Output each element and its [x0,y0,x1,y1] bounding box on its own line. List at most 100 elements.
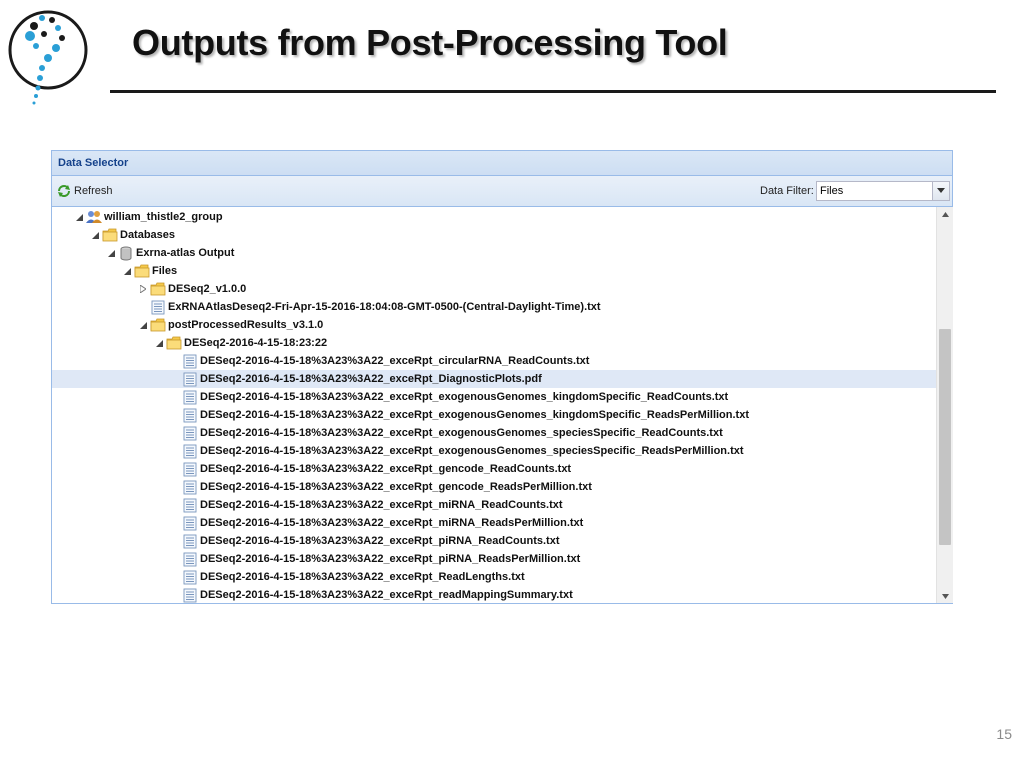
tree-folder-item[interactable]: Files [52,262,936,280]
expanded-arrow-icon[interactable] [138,316,148,334]
file-icon [182,407,198,423]
expanded-arrow-icon[interactable] [122,262,132,280]
file-icon [182,587,198,603]
tree-folder-item[interactable]: postProcessedResults_v3.1.0 [52,316,936,334]
tree-folder-item[interactable]: DESeq2_v1.0.0 [52,280,936,298]
refresh-label: Refresh [74,185,113,197]
tree-item-label: DESeq2-2016-4-15-18%3A23%3A22_exceRpt_ex… [200,409,749,421]
tree-item-label: Exrna-atlas Output [136,247,235,259]
tree-file-item[interactable]: DESeq2-2016-4-15-18%3A23%3A22_exceRpt_re… [52,586,936,603]
tree-item-label: DESeq2-2016-4-15-18%3A23%3A22_exceRpt_ge… [200,463,572,475]
folder-icon [134,263,150,279]
data-selector-panel: Data Selector Refresh Data Filter: Files… [51,150,953,604]
tree-file-item[interactable]: DESeq2-2016-4-15-18%3A23%3A22_exceRpt_Re… [52,568,936,586]
tree-item-label: DESeq2-2016-4-15-18%3A23%3A22_exceRpt_ex… [200,427,723,439]
scroll-up-icon[interactable] [937,207,953,221]
tree-item-label: postProcessedResults_v3.1.0 [168,319,324,331]
folder-icon [150,317,166,333]
tree-file-item[interactable]: DESeq2-2016-4-15-18%3A23%3A22_exceRpt_mi… [52,496,936,514]
panel-toolbar: Refresh Data Filter: Files [52,176,952,207]
collapsed-arrow-icon[interactable] [138,280,148,298]
tree-file-item[interactable]: DESeq2-2016-4-15-18%3A23%3A22_exceRpt_mi… [52,514,936,532]
tree-item-label: DESeq2-2016-4-15-18%3A23%3A22_exceRpt_ex… [200,445,744,457]
data-filter-select[interactable]: Files [816,181,950,201]
folder-icon [166,335,182,351]
tree-file-item[interactable]: DESeq2-2016-4-15-18%3A23%3A22_exceRpt_ex… [52,388,936,406]
expanded-arrow-icon[interactable] [106,244,116,262]
file-icon [182,479,198,495]
tree-folder-item[interactable]: william_thistle2_group [52,208,936,226]
file-icon [182,353,198,369]
tree-item-label: DESeq2-2016-4-15-18%3A23%3A22_exceRpt_Re… [200,571,525,583]
tree-item-label: ExRNAAtlasDeseq2-Fri-Apr-15-2016-18:04:0… [168,301,601,313]
refresh-button[interactable]: Refresh [56,182,113,200]
expanded-arrow-icon[interactable] [154,334,164,352]
tree-item-label: DESeq2-2016-4-15-18%3A23%3A22_exceRpt_ge… [200,481,592,493]
database-icon [118,245,134,261]
scroll-down-icon[interactable] [937,589,953,603]
tree-file-item[interactable]: DESeq2-2016-4-15-18%3A23%3A22_exceRpt_ge… [52,478,936,496]
file-icon [182,515,198,531]
tree-item-label: DESeq2-2016-4-15-18%3A23%3A22_exceRpt_mi… [200,499,563,511]
group-icon [86,209,102,225]
data-filter-label: Data Filter: [760,185,814,197]
file-icon [182,497,198,513]
file-icon [182,461,198,477]
file-icon [182,443,198,459]
file-icon [182,533,198,549]
tree-file-item[interactable]: DESeq2-2016-4-15-18%3A23%3A22_exceRpt_ci… [52,352,936,370]
tree-item-label: Databases [120,229,176,241]
tree-file-item[interactable]: DESeq2-2016-4-15-18%3A23%3A22_exceRpt_ex… [52,442,936,460]
tree-item-label: DESeq2-2016-4-15-18%3A23%3A22_exceRpt_mi… [200,517,584,529]
data-tree: william_thistle2_group Databases Exrna-atl… [52,207,936,603]
tree-item-label: DESeq2-2016-4-15-18%3A23%3A22_exceRpt_ci… [200,355,590,367]
tree-folder-item[interactable]: DESeq2-2016-4-15-18:23:22 [52,334,936,352]
folder-icon [102,227,118,243]
expanded-arrow-icon[interactable] [90,226,100,244]
tree-item-label: DESeq2_v1.0.0 [168,283,247,295]
tree-file-item[interactable]: DESeq2-2016-4-15-18%3A23%3A22_exceRpt_Di… [52,370,936,388]
tree-item-label: DESeq2-2016-4-15-18%3A23%3A22_exceRpt_pi… [200,535,560,547]
vertical-scrollbar[interactable] [936,207,953,603]
tree-folder-item[interactable]: Exrna-atlas Output [52,244,936,262]
scrollbar-thumb[interactable] [939,329,951,545]
logo-icon [8,10,88,105]
file-icon [182,569,198,585]
tree-file-item[interactable]: DESeq2-2016-4-15-18%3A23%3A22_exceRpt_ge… [52,460,936,478]
expanded-arrow-icon[interactable] [74,208,84,226]
tree-file-item[interactable]: DESeq2-2016-4-15-18%3A23%3A22_exceRpt_ex… [52,424,936,442]
tree-item-label: DESeq2-2016-4-15-18%3A23%3A22_exceRpt_Di… [200,373,542,385]
tree-file-item[interactable]: ExRNAAtlasDeseq2-Fri-Apr-15-2016-18:04:0… [52,298,936,316]
tree-item-label: DESeq2-2016-4-15-18%3A23%3A22_exceRpt_pi… [200,553,581,565]
tree-item-label: DESeq2-2016-4-15-18:23:22 [184,337,328,349]
data-filter-value: Files [820,185,844,197]
file-icon [182,389,198,405]
chevron-down-icon[interactable] [932,182,949,200]
file-icon [150,299,166,315]
file-icon [182,551,198,567]
tree-file-item[interactable]: DESeq2-2016-4-15-18%3A23%3A22_exceRpt_pi… [52,550,936,568]
tree-folder-item[interactable]: Databases [52,226,936,244]
slide-title: Outputs from Post-Processing Tool [132,22,728,63]
refresh-icon [58,185,70,197]
file-icon [182,425,198,441]
folder-icon [150,281,166,297]
slide-number: 15 [996,726,1012,742]
tree-file-item[interactable]: DESeq2-2016-4-15-18%3A23%3A22_exceRpt_ex… [52,406,936,424]
panel-title: Data Selector [52,151,952,176]
tree-file-item[interactable]: DESeq2-2016-4-15-18%3A23%3A22_exceRpt_pi… [52,532,936,550]
